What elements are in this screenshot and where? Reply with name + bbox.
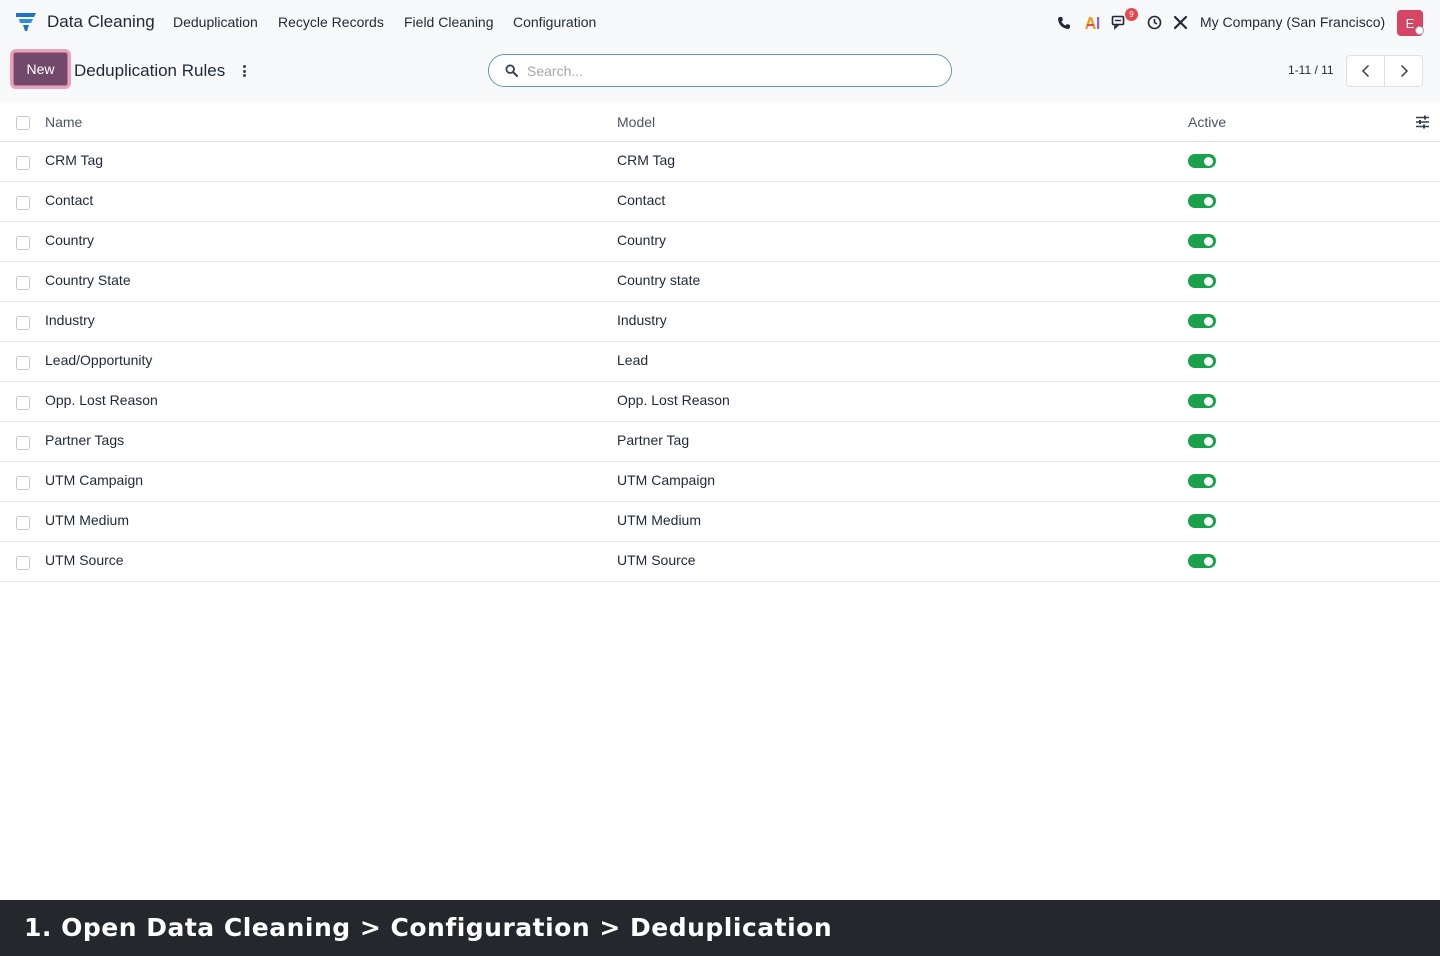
- rule-name: Contact: [45, 192, 94, 208]
- menu-field-cleaning[interactable]: Field Cleaning: [404, 14, 494, 30]
- active-toggle[interactable]: [1188, 234, 1216, 248]
- rule-name: Industry: [45, 312, 95, 328]
- rule-model: Country state: [617, 272, 701, 288]
- caption-text: 1. Open Data Cleaning > Configuration > …: [24, 913, 833, 942]
- active-toggle[interactable]: [1188, 554, 1216, 568]
- row-checkbox[interactable]: [16, 476, 30, 490]
- rule-name: CRM Tag: [45, 152, 104, 168]
- rule-model: Country: [617, 232, 667, 248]
- active-toggle[interactable]: [1188, 194, 1216, 208]
- search-bar[interactable]: [488, 54, 952, 87]
- chevron-left-icon: [1361, 64, 1369, 78]
- rule-model: Opp. Lost Reason: [617, 392, 730, 408]
- rule-model: Contact: [617, 192, 666, 208]
- row-checkbox[interactable]: [16, 396, 30, 410]
- table-row[interactable]: Country Country: [0, 222, 1440, 262]
- row-checkbox[interactable]: [16, 316, 30, 330]
- table-row[interactable]: Opp. Lost Reason Opp. Lost Reason: [0, 382, 1440, 422]
- user-status-indicator: [1415, 26, 1424, 35]
- new-button[interactable]: New: [10, 49, 71, 89]
- rule-model: Partner Tag: [617, 432, 690, 448]
- rule-model: UTM Medium: [617, 512, 702, 528]
- row-checkbox[interactable]: [16, 276, 30, 290]
- menu-deduplication[interactable]: Deduplication: [173, 14, 258, 30]
- search-icon: [505, 64, 518, 77]
- chevron-right-icon: [1400, 64, 1408, 78]
- company-switcher[interactable]: My Company (San Francisco): [1200, 14, 1385, 30]
- rule-model: UTM Campaign: [617, 472, 716, 488]
- page-title: Deduplication Rules: [74, 61, 226, 80]
- row-checkbox[interactable]: [16, 436, 30, 450]
- rule-model: Lead: [617, 352, 649, 368]
- control-panel: New Deduplication Rules 1-11 / 11: [0, 46, 1440, 102]
- select-all-checkbox[interactable]: [16, 116, 30, 130]
- table-row[interactable]: Contact Contact: [0, 182, 1440, 222]
- active-toggle[interactable]: [1188, 474, 1216, 488]
- column-header-active[interactable]: Active: [1188, 114, 1226, 130]
- row-checkbox[interactable]: [16, 196, 30, 210]
- table-header: Name Model Active: [0, 102, 1440, 142]
- pager-previous-button[interactable]: [1346, 55, 1385, 87]
- table-row[interactable]: UTM Medium UTM Medium: [0, 502, 1440, 542]
- actions-menu-icon[interactable]: [238, 63, 250, 79]
- active-toggle[interactable]: [1188, 354, 1216, 368]
- rule-name: Country State: [45, 272, 131, 288]
- rule-name: Country: [45, 232, 95, 248]
- rule-name: Partner Tags: [45, 432, 125, 448]
- row-checkbox[interactable]: [16, 236, 30, 250]
- rule-model: Industry: [617, 312, 667, 328]
- rule-name: Lead/Opportunity: [45, 352, 153, 368]
- row-checkbox[interactable]: [16, 516, 30, 530]
- table-row[interactable]: Industry Industry: [0, 302, 1440, 342]
- active-toggle[interactable]: [1188, 154, 1216, 168]
- table-row[interactable]: Lead/Opportunity Lead: [0, 342, 1440, 382]
- activity-clock-icon[interactable]: [1146, 14, 1163, 31]
- menu-configuration[interactable]: Configuration: [513, 14, 596, 30]
- rule-name: UTM Campaign: [45, 472, 144, 488]
- active-toggle[interactable]: [1188, 514, 1216, 528]
- menu-recycle-records[interactable]: Recycle Records: [278, 14, 384, 30]
- phone-icon[interactable]: [1055, 14, 1072, 31]
- optional-columns-icon[interactable]: [1415, 115, 1430, 129]
- row-checkbox[interactable]: [16, 556, 30, 570]
- column-header-name[interactable]: Name: [45, 114, 82, 130]
- table-row[interactable]: CRM Tag CRM Tag: [0, 142, 1440, 182]
- deduplication-rules-list: Name Model Active CRM Tag CRM Tag Contact…: [0, 102, 1440, 582]
- row-checkbox[interactable]: [16, 156, 30, 170]
- pager-value[interactable]: 1-11 / 11: [1288, 63, 1334, 77]
- messages-count-badge: 9: [1125, 8, 1138, 21]
- table-row[interactable]: UTM Source UTM Source: [0, 542, 1440, 582]
- rule-name: Opp. Lost Reason: [45, 392, 158, 408]
- active-toggle[interactable]: [1188, 434, 1216, 448]
- ai-icon[interactable]: [1083, 14, 1100, 31]
- active-toggle[interactable]: [1188, 394, 1216, 408]
- rule-model: CRM Tag: [617, 152, 676, 168]
- table-row[interactable]: Partner Tags Partner Tag: [0, 422, 1440, 462]
- data-cleaning-app-icon[interactable]: [16, 13, 36, 31]
- top-navbar: Data Cleaning Deduplication Recycle Reco…: [0, 0, 1440, 46]
- search-input[interactable]: [527, 62, 927, 80]
- pager-next-button[interactable]: [1384, 55, 1423, 87]
- rule-name: UTM Source: [45, 552, 124, 568]
- column-header-model[interactable]: Model: [617, 114, 655, 130]
- active-toggle[interactable]: [1188, 314, 1216, 328]
- table-row[interactable]: UTM Campaign UTM Campaign: [0, 462, 1440, 502]
- rule-name: UTM Medium: [45, 512, 130, 528]
- row-checkbox[interactable]: [16, 356, 30, 370]
- instruction-caption: 1. Open Data Cleaning > Configuration > …: [0, 900, 1440, 956]
- app-name[interactable]: Data Cleaning: [47, 12, 155, 32]
- table-row[interactable]: Country State Country state: [0, 262, 1440, 302]
- rule-model: UTM Source: [617, 552, 696, 568]
- active-toggle[interactable]: [1188, 274, 1216, 288]
- tools-icon[interactable]: [1172, 14, 1189, 31]
